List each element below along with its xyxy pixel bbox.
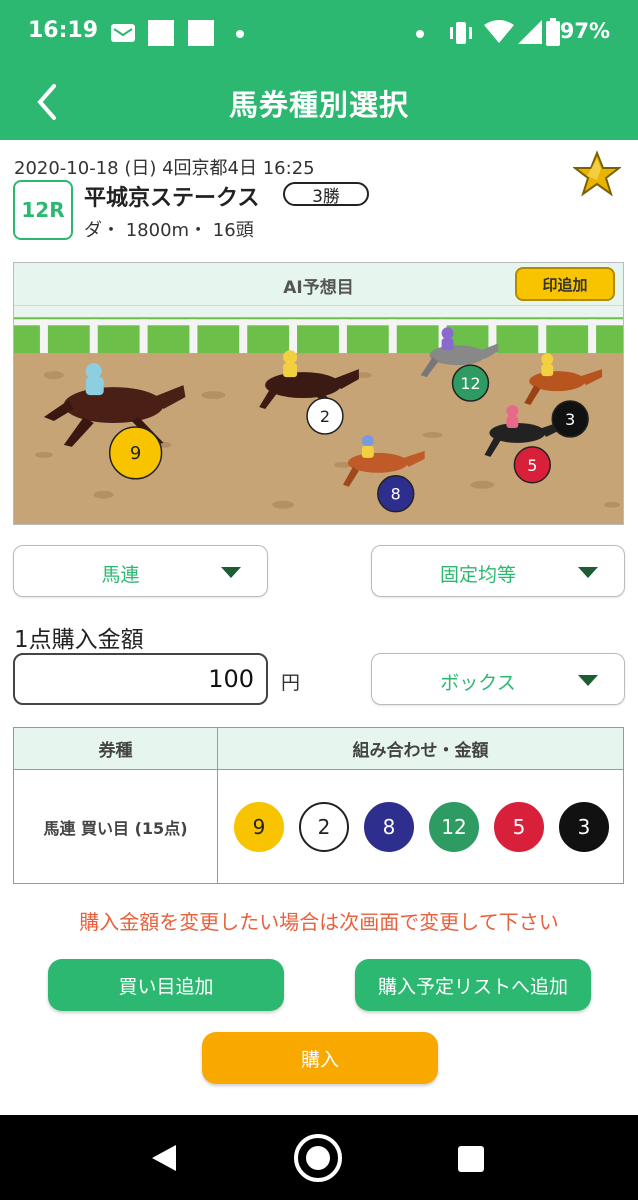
race-detail: ダ・ 1800m・ 16頭 [84, 220, 254, 241]
table-header-combination: 組み合わせ・金額 [218, 728, 623, 770]
horse-number-2: 2 [306, 397, 344, 435]
race-illustration: 9 2 8 12 5 3 [14, 305, 623, 524]
ai-panel-header: AI予想目 印追加 [14, 263, 623, 305]
battery-percent: 97% [559, 19, 610, 43]
amount-input[interactable]: 100 [13, 653, 268, 705]
amount-value: 100 [208, 665, 254, 693]
back-triangle-icon[interactable] [150, 1143, 180, 1173]
add-bet-button[interactable]: 買い目追加 [48, 959, 284, 1011]
amount-change-notice: 購入金額を変更したい場合は次画面で変更して下さい [79, 910, 559, 934]
wifi-icon [484, 20, 514, 43]
amount-unit: 円 [281, 672, 301, 694]
race-date-line: 2020-10-18 (日) 4回京都4日 16:25 [14, 158, 315, 179]
table-header-type: 券種 [14, 728, 218, 770]
dot-icon [236, 30, 244, 38]
battery-icon [546, 18, 560, 46]
table-row-label: 馬連 買い目 (15点) [14, 770, 218, 883]
app-header: 馬券種別選択 [0, 64, 638, 140]
bet-method-dropdown[interactable]: ボックス [371, 653, 625, 705]
bet-type-dropdown[interactable]: 馬連 [13, 545, 268, 597]
combination-horse-5: 5 [494, 802, 544, 852]
system-nav-bar [0, 1115, 638, 1200]
vibrate-icon [450, 22, 472, 44]
status-bar: 16:19 97% [0, 0, 638, 64]
combination-table: 券種 組み合わせ・金額 馬連 買い目 (15点) 9 2 8 12 5 3 [13, 727, 624, 884]
home-circle-icon[interactable] [293, 1133, 343, 1183]
dot-icon [416, 30, 424, 38]
message-icon [111, 24, 135, 42]
page-title: 馬券種別選択 [228, 88, 409, 122]
bet-method-value: ボックス [440, 672, 516, 694]
distribution-value: 固定均等 [439, 564, 516, 586]
svg-text:12: 12 [460, 374, 480, 393]
table-row-combination: 9 2 8 12 5 3 [218, 770, 623, 883]
square-icon [148, 20, 174, 46]
add-to-list-button[interactable]: 購入予定リストへ追加 [355, 959, 591, 1011]
horse-number-12: 12 [451, 364, 490, 402]
svg-text:5: 5 [527, 456, 537, 475]
horse-number-3: 3 [551, 400, 589, 438]
bet-type-value: 馬連 [101, 564, 140, 586]
race-class-badge: 3勝 [283, 182, 369, 207]
svg-text:3: 3 [565, 410, 575, 429]
caret-down-icon [578, 567, 598, 578]
combination-horse-9: 9 [234, 802, 284, 852]
combination-horse-12: 12 [429, 802, 479, 852]
svg-text:8: 8 [391, 485, 401, 504]
purchase-button[interactable]: 購入 [202, 1032, 438, 1084]
status-time: 16:19 [28, 18, 99, 43]
signal-icon [518, 20, 542, 44]
star-icon[interactable] [573, 150, 621, 198]
svg-text:2: 2 [320, 407, 330, 426]
combination-horse-2: 2 [299, 802, 349, 852]
combination-horse-8: 8 [364, 802, 414, 852]
horse-number-9: 9 [108, 426, 163, 480]
race-number-badge: 12R [13, 180, 73, 240]
combination-horse-3: 3 [559, 802, 609, 852]
ai-prediction-panel: AI予想目 印追加 9 2 8 12 5 3 [13, 262, 624, 525]
add-mark-button[interactable]: 印追加 [515, 267, 615, 301]
recent-square-icon[interactable] [457, 1145, 485, 1173]
square-icon [188, 20, 214, 46]
horse-number-5: 5 [513, 446, 551, 484]
race-name: 平城京ステークス [84, 186, 260, 211]
caret-down-icon [578, 675, 598, 686]
svg-text:9: 9 [130, 443, 141, 464]
distribution-dropdown[interactable]: 固定均等 [371, 545, 625, 597]
horse-number-8: 8 [377, 475, 415, 513]
amount-label: 1点購入金額 [14, 627, 144, 653]
caret-down-icon [221, 567, 241, 578]
